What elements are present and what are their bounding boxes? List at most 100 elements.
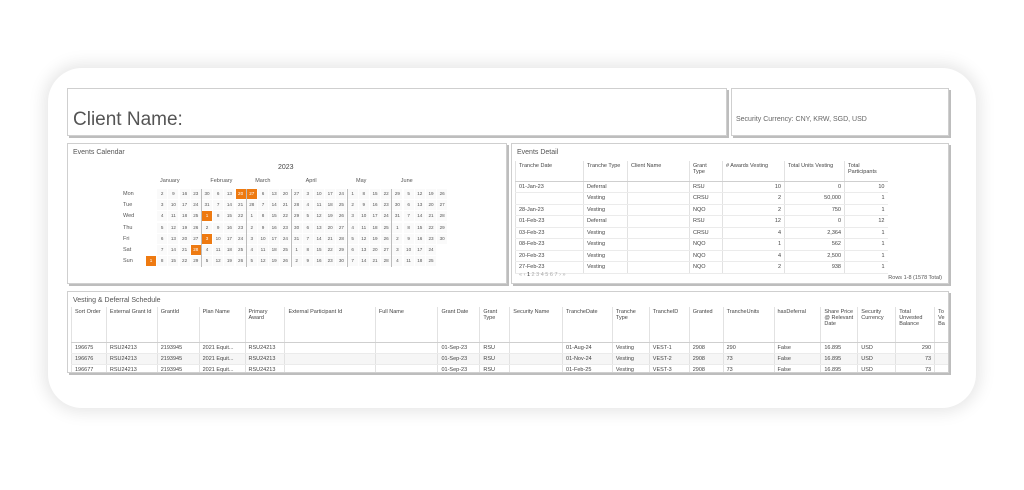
calendar-day[interactable]: 26	[336, 211, 347, 222]
calendar-day[interactable]: 21	[325, 233, 336, 244]
table-row[interactable]: 28-Jan-23 Vesting NQO 2 750 1	[515, 204, 888, 216]
calendar-day[interactable]: 4	[392, 256, 403, 267]
events-column-header[interactable]: Total Units Vesting	[784, 161, 845, 182]
calendar-day[interactable]: 14	[168, 245, 179, 255]
calendar-day[interactable]: 2	[202, 222, 212, 233]
vesting-column-header[interactable]: GrantId	[156, 307, 200, 343]
calendar-day[interactable]: 9	[403, 233, 414, 244]
calendar-day[interactable]: 28	[246, 200, 257, 211]
calendar-day[interactable]: 22	[179, 256, 190, 267]
calendar-day[interactable]: 9	[302, 256, 313, 267]
calendar-day[interactable]: 16	[224, 222, 235, 233]
calendar-day[interactable]: 13	[224, 189, 235, 199]
calendar-day[interactable]: 12	[358, 233, 369, 244]
calendar-day[interactable]: 28	[336, 233, 347, 244]
calendar-day[interactable]: 12	[168, 222, 179, 233]
vesting-column-header[interactable]: External Grant Id	[105, 307, 158, 343]
calendar-day[interactable]: 7	[302, 233, 313, 244]
calendar-day[interactable]: 6	[157, 233, 168, 244]
calendar-day[interactable]: 6	[258, 189, 268, 199]
calendar-day[interactable]: 26	[235, 256, 246, 267]
calendar-day[interactable]: 29	[336, 245, 347, 255]
calendar-day-event[interactable]: 1	[146, 256, 156, 267]
calendar-day[interactable]: 15	[269, 211, 280, 222]
table-row[interactable]: 20-Feb-23 Vesting NQO 4 2,500 1	[515, 250, 888, 262]
calendar-day[interactable]: 26	[190, 222, 201, 233]
calendar-day[interactable]: 24	[426, 245, 436, 255]
calendar-day[interactable]: 12	[414, 189, 425, 199]
calendar-day[interactable]: 4	[347, 222, 358, 233]
calendar-day[interactable]: 5	[347, 233, 358, 244]
calendar-day[interactable]: 3	[157, 200, 168, 211]
events-column-header[interactable]: Tranche Type	[583, 161, 628, 182]
calendar-day[interactable]: 26	[381, 233, 392, 244]
calendar-day[interactable]: 10	[258, 233, 268, 244]
table-row[interactable]: 01-Feb-23 Deferral RSU 12 0 12	[515, 215, 888, 228]
calendar-day[interactable]: 9	[258, 222, 268, 233]
calendar-day[interactable]: 31	[392, 211, 403, 222]
calendar-day[interactable]: 1	[392, 222, 403, 233]
calendar-day[interactable]: 12	[213, 256, 224, 267]
calendar-day[interactable]: 7	[347, 256, 358, 267]
calendar-day[interactable]: 28	[381, 256, 392, 267]
calendar-day[interactable]: 7	[258, 200, 268, 211]
calendar-day[interactable]: 23	[381, 200, 392, 211]
calendar-day[interactable]: 18	[325, 200, 336, 211]
table-row[interactable]: 196676 RSU24213 2193945 2021 Equit... RSU242…	[71, 353, 948, 365]
table-row[interactable]: 01-Jan-23 Deferral RSU 10 0 10	[515, 181, 888, 193]
calendar-day[interactable]: 13	[314, 222, 324, 233]
calendar-day[interactable]: 3	[347, 211, 358, 222]
events-column-header[interactable]: Tranche Date	[515, 161, 584, 182]
calendar-day[interactable]: 2	[246, 222, 257, 233]
calendar-day[interactable]: 19	[370, 233, 380, 244]
calendar-day[interactable]: 23	[325, 256, 336, 267]
calendar-day[interactable]: 24	[280, 233, 291, 244]
calendar-day[interactable]: 21	[235, 200, 246, 211]
vesting-column-header[interactable]: To Ve Ba	[934, 307, 948, 343]
calendar-day[interactable]: 24	[190, 200, 201, 211]
vesting-column-header[interactable]: Security Name	[509, 307, 563, 343]
vesting-column-header[interactable]: hasDeferral	[773, 307, 821, 343]
calendar-day-event[interactable]: 1	[202, 211, 212, 222]
calendar-day[interactable]: 20	[426, 200, 436, 211]
calendar-day[interactable]: 7	[157, 245, 168, 255]
calendar-day[interactable]: 14	[269, 200, 280, 211]
calendar-day[interactable]: 22	[280, 211, 291, 222]
calendar-day[interactable]: 17	[269, 233, 280, 244]
calendar-day[interactable]: 8	[302, 245, 313, 255]
calendar-day[interactable]: 8	[403, 222, 414, 233]
pager-next-button[interactable]: › »	[559, 272, 565, 278]
calendar-day[interactable]: 27	[190, 233, 201, 244]
calendar-day[interactable]: 18	[224, 245, 235, 255]
calendar-day[interactable]: 18	[414, 256, 425, 267]
calendar-day[interactable]: 19	[179, 222, 190, 233]
calendar-day[interactable]: 2	[347, 200, 358, 211]
calendar-day[interactable]: 25	[190, 211, 201, 222]
calendar-day[interactable]: 14	[314, 233, 324, 244]
calendar-day[interactable]: 16	[370, 200, 380, 211]
calendar-day[interactable]: 10	[314, 189, 324, 199]
calendar-day[interactable]: 2	[392, 233, 403, 244]
calendar-day[interactable]: 27	[291, 189, 302, 199]
calendar-day[interactable]: 10	[403, 245, 414, 255]
calendar-day[interactable]: 11	[213, 245, 224, 255]
calendar-day[interactable]: 24	[235, 233, 246, 244]
calendar-day[interactable]: 20	[370, 245, 380, 255]
pager-page-current[interactable]: 1	[527, 272, 530, 278]
calendar-day[interactable]: 12	[314, 211, 324, 222]
calendar-day[interactable]: 23	[280, 222, 291, 233]
vesting-column-header[interactable]: Granted	[688, 307, 724, 343]
calendar-day[interactable]: 30	[392, 200, 403, 211]
calendar-day[interactable]: 14	[358, 256, 369, 267]
calendar-day[interactable]: 30	[336, 256, 347, 267]
calendar-day[interactable]: 26	[280, 256, 291, 267]
calendar-day[interactable]: 17	[370, 211, 380, 222]
calendar-day[interactable]: 26	[437, 189, 448, 199]
calendar-day[interactable]: 15	[414, 222, 425, 233]
calendar-day[interactable]: 1	[291, 245, 302, 255]
calendar-day[interactable]: 27	[437, 200, 448, 211]
calendar-day[interactable]: 24	[336, 189, 347, 199]
vesting-column-header[interactable]: Plan Name	[198, 307, 245, 343]
calendar-day-event[interactable]: 28	[190, 245, 201, 255]
calendar-day[interactable]: 25	[336, 200, 347, 211]
